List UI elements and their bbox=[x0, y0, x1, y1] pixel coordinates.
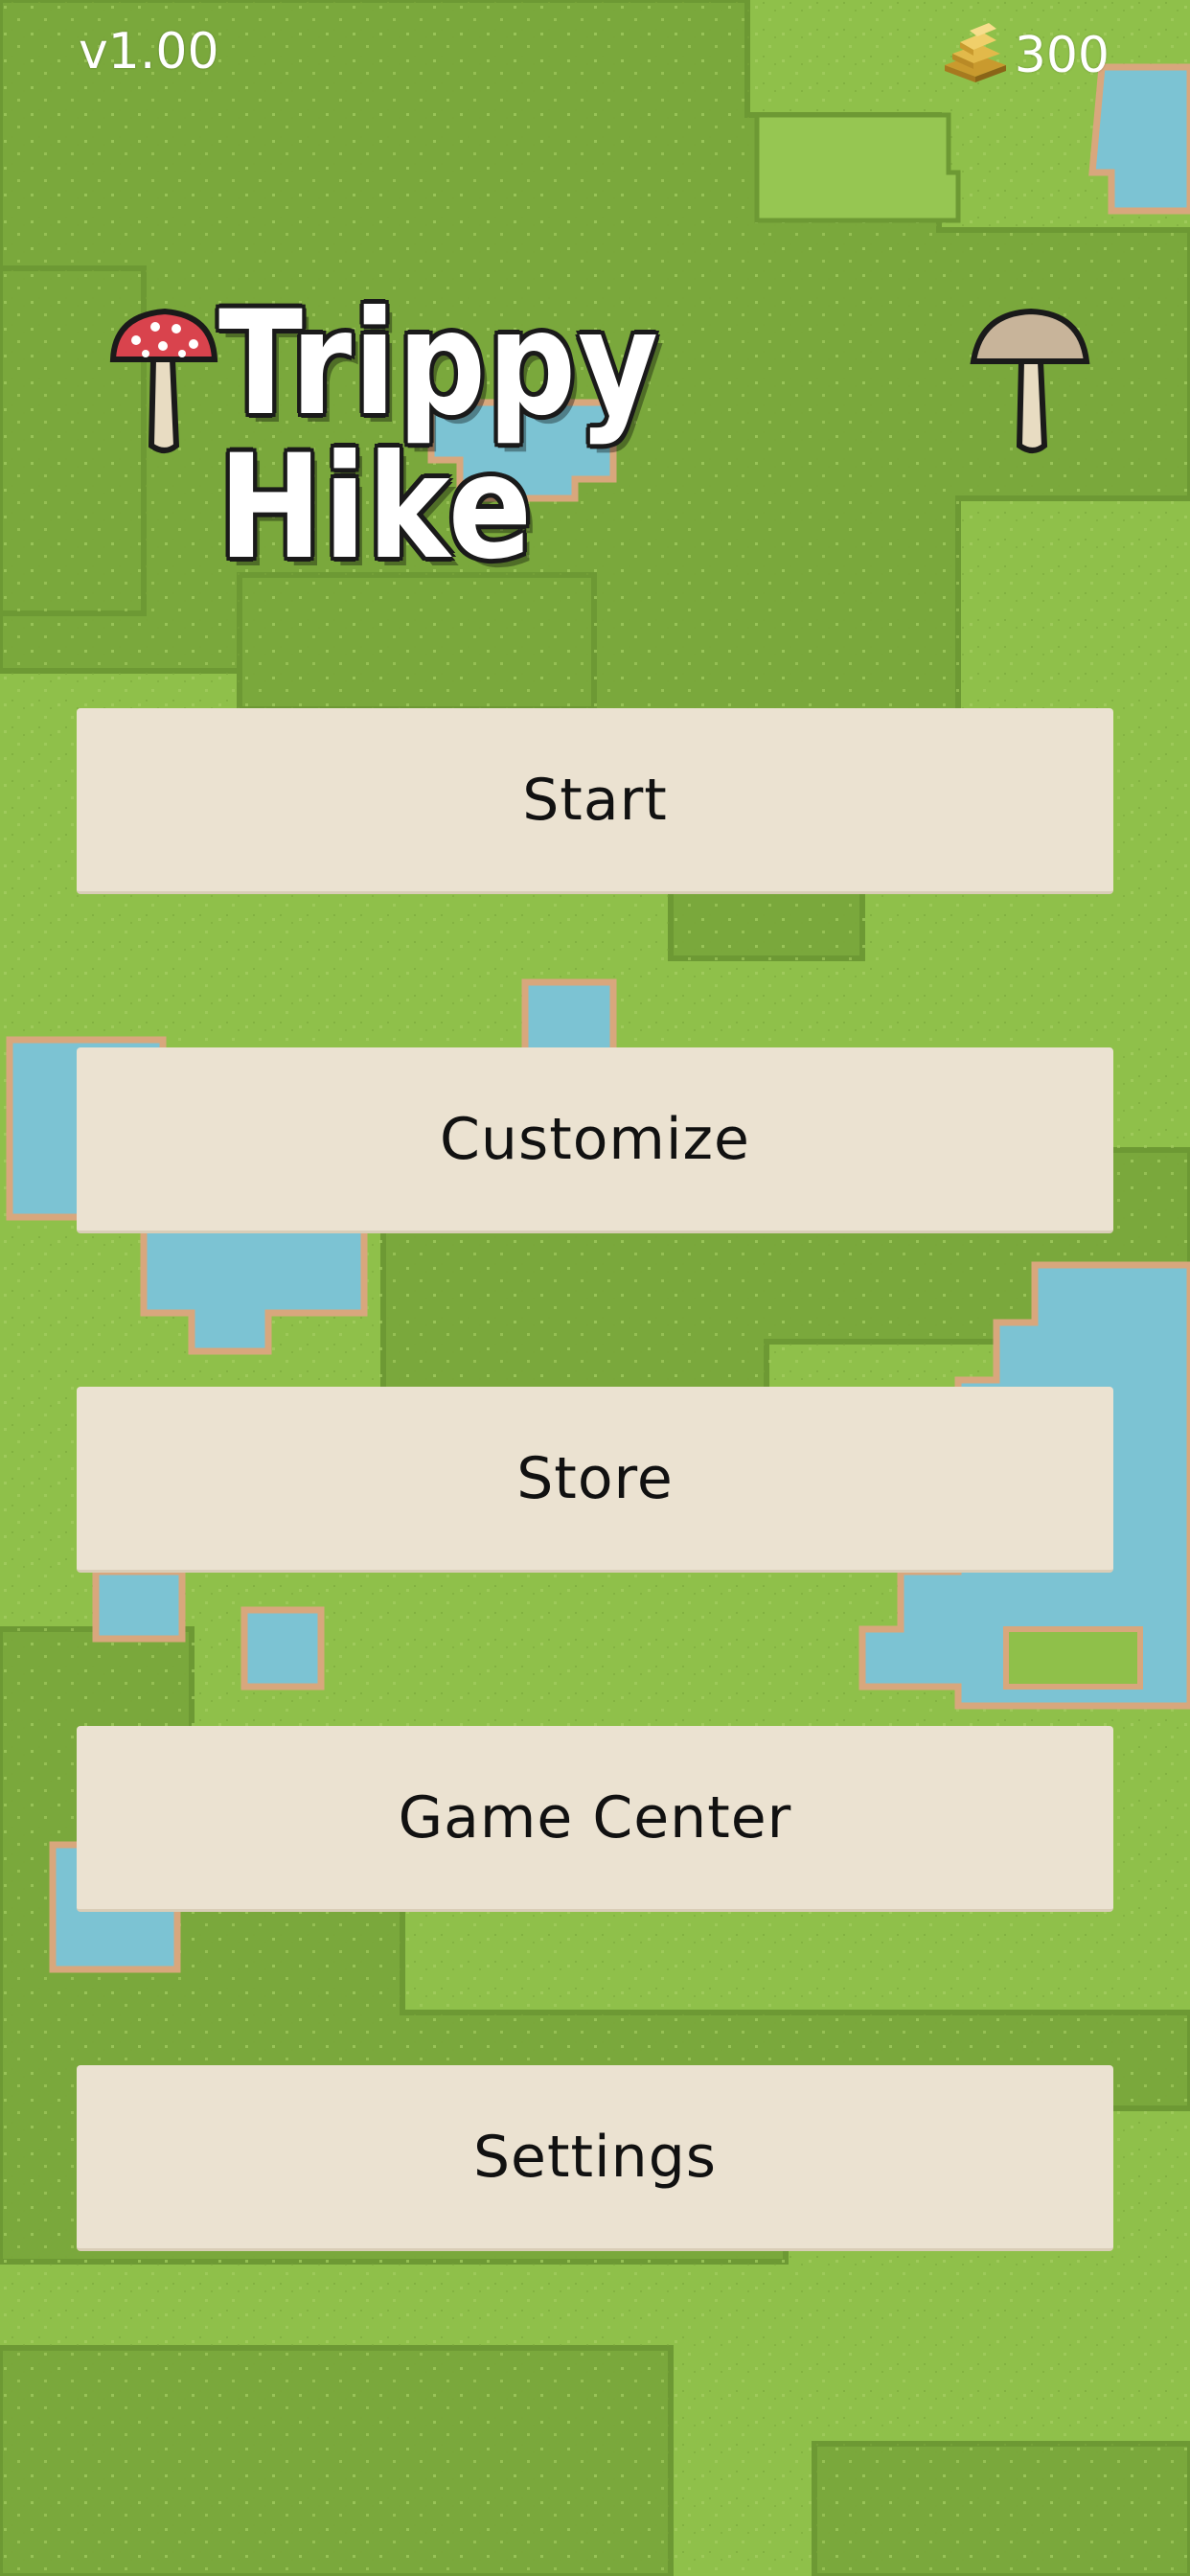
customize-button-label: Customize bbox=[440, 1105, 750, 1173]
version-label: v1.00 bbox=[79, 23, 219, 80]
coin-count: 300 bbox=[1014, 27, 1110, 84]
settings-button[interactable]: Settings bbox=[77, 2065, 1113, 2251]
red-mushroom-icon bbox=[109, 308, 218, 453]
store-button[interactable]: Store bbox=[77, 1387, 1113, 1573]
customize-button[interactable]: Customize bbox=[77, 1047, 1113, 1233]
game-title: Trippy Hike bbox=[105, 292, 1092, 580]
main-menu-screen: v1.00 300 Trippy Hike Start Customize St… bbox=[0, 0, 1190, 2576]
gold-bars-icon bbox=[945, 23, 1006, 82]
store-button-label: Store bbox=[516, 1444, 674, 1512]
start-button[interactable]: Start bbox=[77, 708, 1113, 894]
tan-mushroom-icon bbox=[970, 308, 1090, 453]
game-center-button-label: Game Center bbox=[398, 1783, 792, 1852]
title-text: Trippy Hike bbox=[218, 281, 660, 591]
settings-button-label: Settings bbox=[472, 2123, 718, 2191]
game-center-button[interactable]: Game Center bbox=[77, 1726, 1113, 1912]
start-button-label: Start bbox=[522, 766, 668, 834]
